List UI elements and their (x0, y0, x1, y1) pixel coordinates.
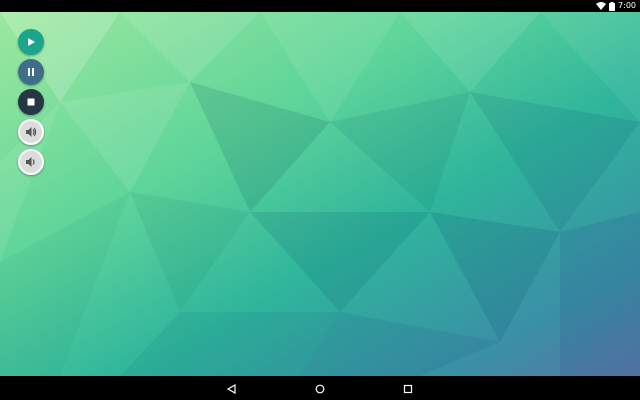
status-bar: 7:00 (0, 0, 640, 12)
battery-icon (609, 1, 616, 11)
volume-down-icon (25, 156, 37, 168)
recents-button[interactable] (396, 376, 420, 400)
stop-button[interactable] (18, 89, 44, 115)
back-icon (226, 379, 237, 398)
play-button[interactable] (18, 29, 44, 55)
volume-up-button[interactable] (18, 119, 44, 145)
home-button[interactable] (308, 376, 332, 400)
pause-icon (26, 67, 36, 77)
stop-icon (26, 97, 36, 107)
android-screen: 7:00 (0, 0, 640, 400)
pause-button[interactable] (18, 59, 44, 85)
play-icon (26, 37, 36, 47)
wifi-icon (596, 2, 607, 10)
navigation-bar (0, 376, 640, 400)
volume-down-button[interactable] (18, 149, 44, 175)
status-time: 7:00 (618, 1, 636, 10)
home-icon (315, 379, 325, 398)
recents-icon (403, 379, 413, 398)
volume-up-icon (25, 126, 37, 138)
wallpaper (0, 12, 640, 376)
low-poly-wallpaper (0, 12, 640, 376)
back-button[interactable] (220, 376, 244, 400)
status-icons: 7:00 (596, 0, 636, 12)
